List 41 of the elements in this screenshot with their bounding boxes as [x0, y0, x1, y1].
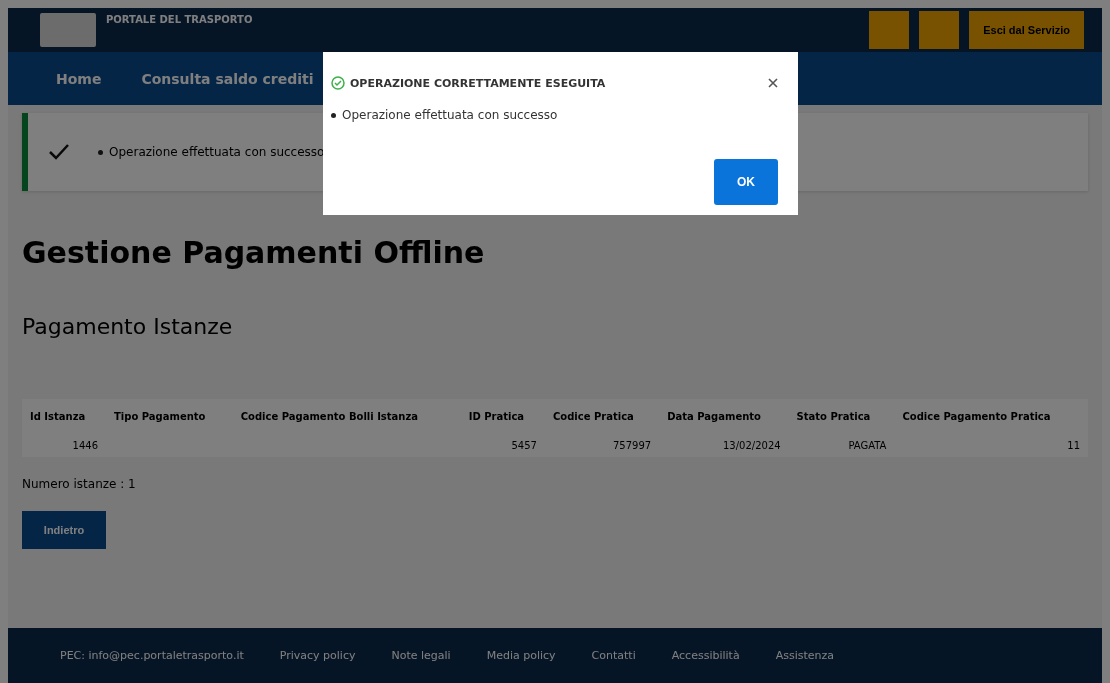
alert-message: Operazione effettuata con successo — [109, 145, 325, 159]
section-title: Pagamento Istanze — [22, 314, 234, 339]
back-button[interactable]: Indietro — [22, 511, 106, 549]
check-icon — [48, 143, 70, 161]
column-header: ID Pratica — [460, 399, 545, 434]
column-header: Codice Pagamento Pratica — [894, 399, 1088, 434]
modal-title: OPERAZIONE CORRETTAMENTE ESEGUITA — [350, 76, 607, 90]
column-header: Tipo Pagamento — [106, 399, 233, 434]
column-header: Id Istanza — [22, 399, 106, 434]
close-icon — [768, 78, 778, 88]
modal-message: Operazione effettuata con successo — [342, 108, 558, 122]
page-title: Gestione Pagamenti Offline — [22, 235, 486, 270]
logo-image — [40, 13, 96, 47]
table-cell: 5457 — [460, 434, 545, 457]
footer-link[interactable]: Note legali — [391, 649, 451, 662]
nav-link[interactable]: Home — [56, 70, 102, 87]
footer-link[interactable]: Contatti — [591, 649, 636, 662]
column-header: Codice Pratica — [544, 399, 660, 434]
check-circle-icon — [331, 76, 345, 90]
header-button[interactable] — [919, 11, 960, 49]
column-header: Stato Pratica — [788, 399, 895, 434]
count-text: Numero istanze : 1 — [22, 477, 137, 491]
portal-title: PORTALE DEL TRASPORTO — [106, 14, 253, 25]
nav-link[interactable]: Consulta saldo crediti — [141, 70, 314, 87]
footer-link[interactable]: Assistenza — [775, 649, 834, 662]
table-cell: 13/02/2024 — [659, 434, 789, 457]
column-header: Data Pagamento — [659, 399, 789, 434]
header-button[interactable] — [869, 11, 910, 49]
logout-button[interactable]: Esci dal Servizio — [969, 11, 1084, 49]
table-cell: PAGATA — [788, 434, 895, 457]
table-cell: 757997 — [544, 434, 660, 457]
column-header: Codice Pagamento Bolli Istanza — [232, 399, 461, 434]
table-cell: 1446 — [22, 434, 106, 457]
footer-link[interactable]: Media policy — [486, 649, 556, 662]
footer-link[interactable]: Accessibilità — [671, 649, 740, 662]
bullet-icon — [98, 149, 103, 155]
bullet-icon — [331, 112, 336, 118]
table-cell: 11 — [894, 434, 1088, 457]
footer-link[interactable]: PEC: info@pec.portaletrasporto.it — [60, 649, 244, 662]
ok-button[interactable]: OK — [714, 159, 778, 205]
footer-link[interactable]: Privacy policy — [279, 649, 356, 662]
